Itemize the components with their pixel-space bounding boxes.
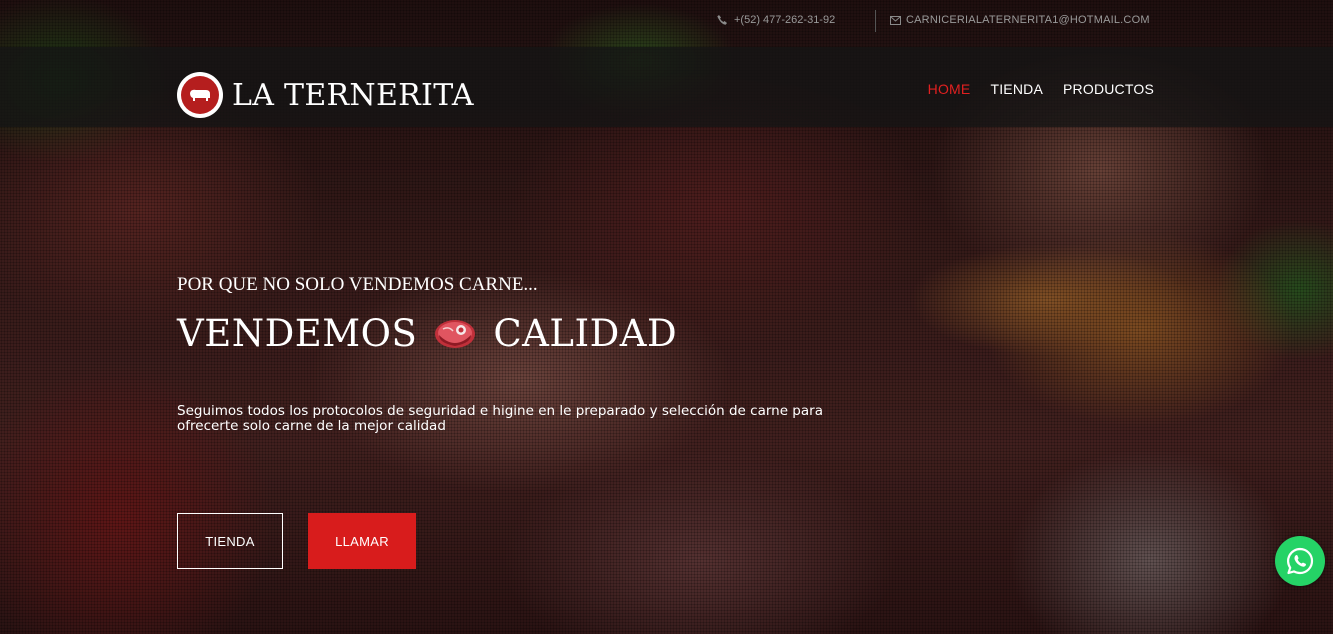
hero-kicker: POR QUE NO SOLO VENDEMOS CARNE... — [177, 274, 538, 295]
envelope-icon — [890, 15, 901, 25]
nav-item-tienda[interactable]: TIENDA — [990, 81, 1043, 97]
top-contact-bar: +(52) 477-262-31-92 CARNICERIALATERNERIT… — [0, 0, 1333, 47]
site-logo[interactable]: LA TERNERITA — [177, 72, 474, 118]
cow-icon — [190, 89, 210, 101]
meat-icon — [435, 319, 476, 348]
headline-left: VENDEMOS — [177, 312, 418, 355]
main-menu: HOME TIENDA PRODUCTOS — [928, 81, 1154, 97]
divider — [875, 10, 876, 32]
contact-email[interactable]: CARNICERIALATERNERITA1@HOTMAIL.COM — [890, 14, 1150, 26]
logo-badge-icon — [177, 72, 223, 118]
main-navbar: LA TERNERITA HOME TIENDA PRODUCTOS — [0, 47, 1333, 127]
phone-icon — [717, 15, 727, 25]
nav-item-home[interactable]: HOME — [928, 81, 971, 97]
nav-item-productos[interactable]: PRODUCTOS — [1063, 81, 1154, 97]
hero-headline: VENDEMOS CALIDAD — [177, 312, 677, 355]
whatsapp-icon — [1287, 547, 1314, 575]
headline-right: CALIDAD — [493, 312, 678, 355]
email-address: CARNICERIALATERNERITA1@HOTMAIL.COM — [906, 14, 1150, 26]
llamar-button[interactable]: LLAMAR — [308, 513, 416, 569]
hero-description: Seguimos todos los protocolos de segurid… — [177, 403, 823, 434]
whatsapp-button[interactable] — [1275, 536, 1325, 586]
contact-phone[interactable]: +(52) 477-262-31-92 — [717, 14, 835, 26]
phone-number: +(52) 477-262-31-92 — [734, 14, 836, 26]
brand-name: LA TERNERITA — [232, 77, 474, 113]
tienda-button[interactable]: TIENDA — [177, 513, 283, 569]
